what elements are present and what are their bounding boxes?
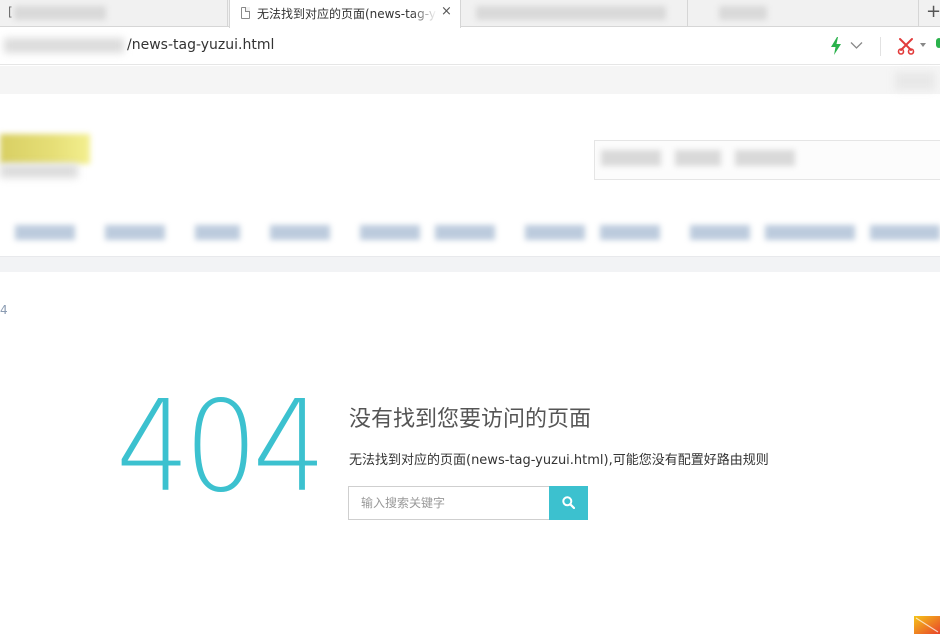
error-code: 404 — [116, 373, 326, 520]
nav-item[interactable] — [690, 225, 750, 240]
site-search-box[interactable] — [594, 140, 940, 180]
browser-tab[interactable] — [689, 0, 919, 27]
error-description: 无法找到对应的页面(news-tag-yuzui.html),可能您没有配置好路… — [349, 453, 769, 468]
nav-item[interactable] — [105, 225, 165, 240]
divider-band — [0, 256, 940, 272]
tab-title: 无法找到对应的页面(news-tag-yuzui.html) — [257, 5, 437, 21]
site-topbar-link[interactable] — [895, 72, 935, 90]
search-icon — [562, 496, 575, 509]
browser-tab[interactable] — [462, 0, 688, 27]
chevron-down-icon[interactable] — [850, 41, 863, 50]
browser-tab-active[interactable]: 无法找到对应的页面(news-tag-yuzui.html) × — [229, 0, 461, 28]
url-host-blurred — [4, 38, 124, 53]
site-topbar — [0, 66, 940, 94]
error-search-form — [348, 486, 588, 520]
toolbar-divider — [880, 37, 881, 56]
nav-item[interactable] — [195, 225, 240, 240]
extension-icon[interactable] — [936, 38, 940, 48]
nav-item[interactable] — [360, 225, 420, 240]
browser-tab-strip: [ 无法找到对应的页面(news-tag-yuzui.html) × + — [0, 0, 940, 28]
browser-tab[interactable]: [ — [0, 0, 228, 27]
nav-item[interactable] — [525, 225, 585, 240]
search-input[interactable] — [348, 486, 549, 520]
plus-icon[interactable]: + — [926, 1, 940, 22]
site-nav — [0, 222, 940, 244]
error-title: 没有找到您要访问的页面 — [349, 407, 592, 432]
nav-item[interactable] — [270, 225, 330, 240]
nav-item[interactable] — [15, 225, 75, 240]
breadcrumb: 4 — [0, 303, 8, 317]
nav-item[interactable] — [765, 225, 855, 240]
site-logo[interactable] — [0, 134, 90, 178]
url-text[interactable]: /news-tag-yuzui.html — [127, 37, 274, 53]
caret-down-icon[interactable] — [920, 43, 926, 47]
bolt-icon[interactable] — [830, 37, 842, 55]
nav-item[interactable] — [435, 225, 495, 240]
notification-icon[interactable] — [914, 616, 940, 634]
search-button[interactable] — [549, 486, 588, 520]
tab-title: [ — [8, 5, 13, 19]
close-icon[interactable]: × — [441, 4, 452, 19]
document-icon — [241, 7, 250, 19]
address-bar[interactable]: /news-tag-yuzui.html — [0, 28, 940, 65]
scissors-icon[interactable] — [897, 37, 915, 55]
nav-item[interactable] — [600, 225, 660, 240]
nav-item[interactable] — [870, 225, 940, 240]
